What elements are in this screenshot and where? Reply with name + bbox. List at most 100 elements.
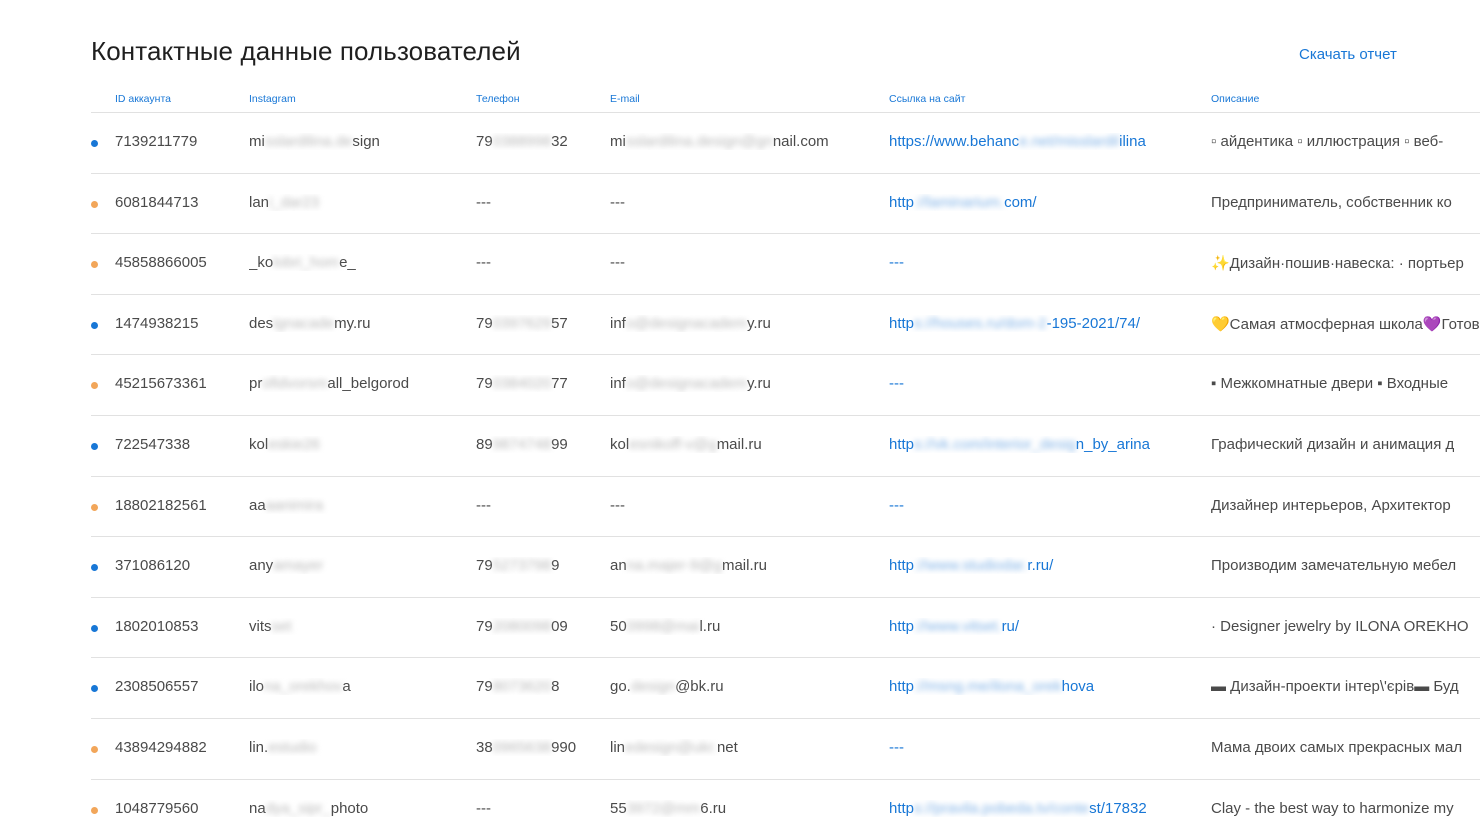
instagram-cell-part: lan [249,193,270,211]
site-link-cell[interactable]: http://www.vitset.ru/ [889,618,1204,635]
instagram-cell: aaaanimira [249,497,469,514]
email-cell: info@designacademy.ru [610,315,882,332]
email-cell: go.design@bk.ru [610,678,882,695]
instagram-cell-part: na [249,799,266,817]
email-cell: misslardilina.design@gnnail.com [610,133,882,150]
table-row[interactable]: 1474938215 designacademy.ru 79039762957 inf… [0,293,1480,355]
email-cell: info@designacademy.ru [610,375,882,392]
site-link-cell[interactable]: https://pravila.pobedа.tv/contest/17832 [889,800,1204,817]
phone-cell: --- [476,194,604,211]
instagram-cell-part: lin. [249,738,269,756]
table-row[interactable]: 6081844713 lani_dar23 --- --- http://laminar… [0,172,1480,234]
site-link-cell-part: --- [889,254,904,272]
description-cell: Предприниматель, собственник ко [1211,193,1452,211]
phone-cell-part: 79 [476,557,493,575]
table-row[interactable]: 43894294882 lin.estudio 380965638990 linede… [0,717,1480,779]
site-link-cell-part: http [889,617,915,635]
phone-cell-part: 09 [551,617,568,635]
phone-cell-part: --- [476,799,491,817]
phone-cell-part: 99 [551,435,568,453]
email-cell-part: net [716,738,738,756]
table-row[interactable]: 1048779560 nadya_sipr_photo --- 553972@mm6.… [0,778,1480,822]
email-cell-part: inf [610,375,626,393]
description-cell: 💛Самая атмосферная школа💜Готов [1211,315,1480,333]
account-id-cell: 45215673361 [115,375,207,393]
instagram-cell-part: e_ [339,254,356,272]
table-row[interactable]: 2308506557 ilona_orekhova 7980736208 go.des… [0,657,1480,718]
column-header-instagram[interactable]: Instagram [249,93,296,105]
table-row[interactable]: 722547338 koleskie26 89987474899 kolesnikof… [0,414,1480,476]
table-row[interactable]: 45858866005 _kolobri_home_ --- --- --- ✨Дизай… [0,233,1480,294]
site-link-cell[interactable]: https://vk.com/interior_design_by_arina [889,436,1204,453]
instagram-cell-part: ilo [249,678,265,696]
description-cell: ▪ Межкомнатные двери ▪ Входные [1211,375,1449,393]
phone-cell: 79039762957 [476,315,604,332]
phone-cell-part: 57 [551,314,568,332]
description-cell: Производим замечательную мебел [1211,557,1457,575]
description-cell: ▬ Дизайн-проекти інтер\'єрів▬ Буд [1211,678,1459,696]
phone-cell: 89987474899 [476,436,604,453]
site-link-cell[interactable]: http://laminarium.com/ [889,194,1204,211]
status-dot-icon [91,261,98,269]
email-cell-part: 6.ru [700,799,727,817]
phone-cell-part: 8 [551,678,560,696]
account-id-cell: 6081844713 [115,193,199,211]
phone-cell-part: 32 [551,133,568,150]
phone-cell-part: 2080098 [492,617,552,635]
instagram-cell-part: photo [330,799,369,817]
email-cell: linedesign@ukr.net [610,739,882,756]
site-link-cell-part: e.net/misslardil [1019,133,1120,150]
email-cell-part: --- [610,254,625,272]
site-link-cell: --- [889,254,1204,271]
site-link-cell-part: http [889,193,915,211]
site-link-cell-part: -195-2021/74/ [1046,314,1140,332]
email-cell-part: y.ru [746,375,771,393]
email-cell-part: sslardilina.design@gn [625,133,773,150]
status-dot-icon [91,321,98,329]
site-link-cell-part: ://msng.me/ilona_orek [914,678,1062,696]
column-header-description[interactable]: Описание [1211,93,1259,105]
table-row[interactable]: 18802182561 aaaanimira --- --- --- Дизайнер и… [0,475,1480,537]
status-dot-icon [91,140,98,147]
phone-cell-part: 9874748 [492,435,552,453]
instagram-cell-part: aanimira [265,496,324,514]
column-header-id[interactable]: ID аккаунта [115,93,171,105]
phone-cell-part: 79 [476,375,493,393]
instagram-cell: ilona_orekhova [249,678,469,695]
table-row[interactable]: 1802010853 vitsset 79208009809 500998@mail.… [0,596,1480,658]
column-header-email[interactable]: E-mail [610,93,640,105]
phone-cell-part: 38 [476,738,493,756]
table-row[interactable]: 371086120 anyamayer 7952737989 anna.majer-9… [0,536,1480,597]
site-link-cell[interactable]: http://msng.me/ilona_orekhova [889,678,1204,695]
phone-cell: --- [476,800,604,817]
table-row[interactable]: 7139211779 misslardilina.design 7903889983… [0,112,1480,173]
phone-cell: 7980736208 [476,678,604,695]
instagram-cell: nadya_sipr_photo [249,800,469,817]
account-id-cell: 2308506557 [115,678,199,696]
phone-cell-part: 77 [551,375,568,393]
instagram-cell-part: ofidvorsm [262,375,328,393]
column-header-phone[interactable]: Телефон [476,93,520,105]
email-cell: 553972@mm6.ru [610,800,882,817]
site-link-cell[interactable]: http://www.studiodar.r.ru/ [889,557,1204,574]
site-link-cell-part: ru/ [1001,617,1020,635]
phone-cell-part: 990 [551,738,577,756]
phone-cell: 79038402077 [476,375,604,392]
site-link-cell-part: n_by_arina [1075,435,1150,453]
site-link-cell-part: com/ [1004,193,1037,211]
instagram-cell-part: _ko [249,254,274,272]
column-header-site[interactable]: Ссылка на сайт [889,93,965,105]
table-row[interactable]: 45215673361 profidvorsmall_belgorod 790384… [0,354,1480,415]
account-id-cell: 1802010853 [115,617,199,635]
status-dot-icon [91,200,98,208]
download-report-link[interactable]: Скачать отчет [1299,46,1397,63]
phone-cell-part: 0384020 [492,375,552,393]
phone-cell-part: --- [476,254,491,272]
site-link-cell-part: http [889,799,915,817]
instagram-cell: misslardilina.design [249,133,469,150]
site-link-cell[interactable]: https://houses.ru/dom-2-195-2021/74/ [889,315,1204,332]
site-link-cell[interactable]: https://www.behance.net/misslardililina [889,133,1204,150]
instagram-cell-part: eskie26 [268,435,320,453]
email-cell-part: mi [610,133,626,150]
status-dot-icon [91,806,98,814]
